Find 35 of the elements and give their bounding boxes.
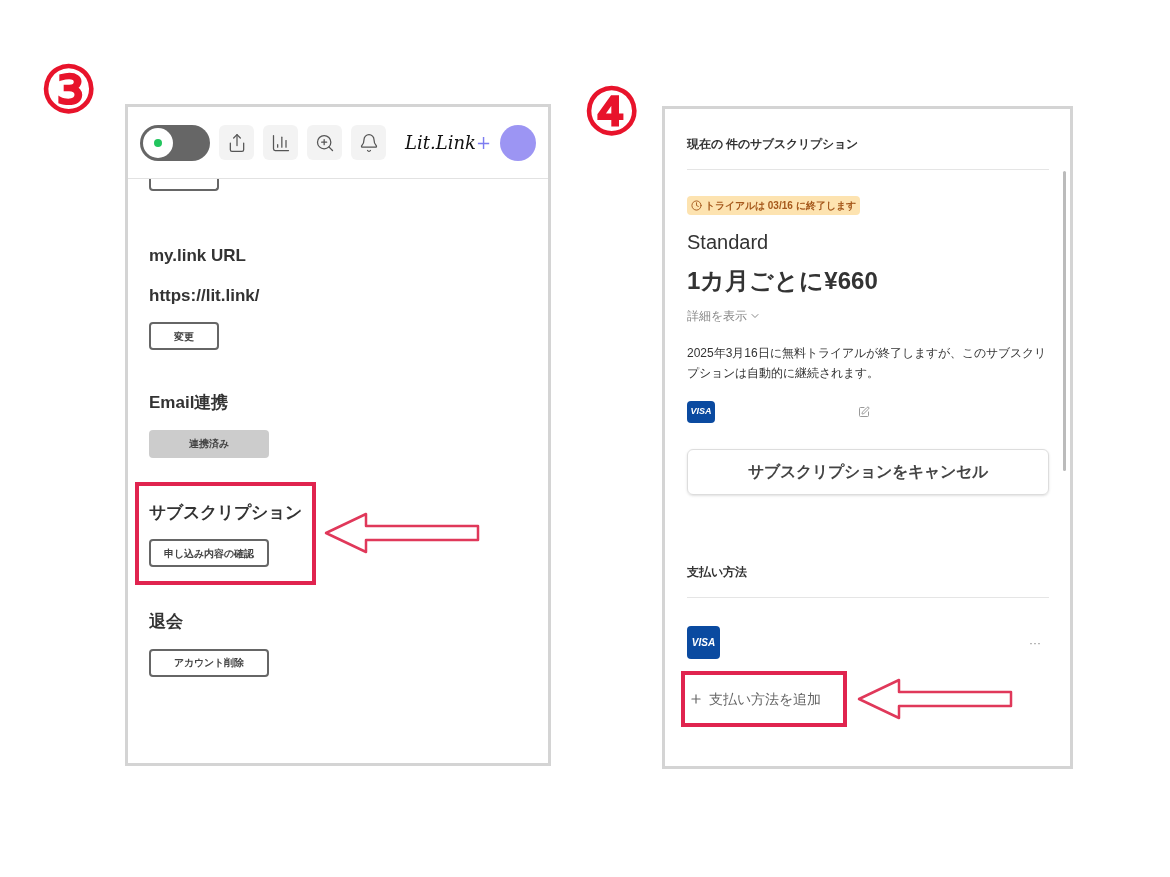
zoom-in-icon[interactable] [307, 125, 342, 160]
avatar[interactable] [500, 124, 536, 161]
url-text: https://lit.link/ [149, 284, 260, 307]
details-link[interactable]: 詳細を表示 [687, 307, 761, 325]
toggle-switch[interactable] [140, 124, 210, 161]
plus-icon [689, 692, 703, 706]
step-number: ④ [583, 80, 640, 144]
edit-icon[interactable] [858, 406, 870, 418]
cut-off-button[interactable] [149, 179, 219, 191]
section-title: my.link URL [149, 245, 246, 267]
section-button[interactable]: 連携済み [149, 429, 269, 458]
section-button[interactable]: 変更 [149, 322, 219, 350]
subscriptions-heading: 現在の 件のサブスクリプション [687, 136, 860, 153]
step-number: ③ [40, 58, 97, 128]
trial-notice: 2025年3月16日に無料トライアルが終了しますが、このサブスクリプションは自動的に継続されます。 [687, 345, 1047, 382]
clock-icon [691, 200, 702, 211]
plan-name: Standard [687, 230, 770, 255]
visa-card-icon: VISA [687, 401, 715, 423]
section-button[interactable]: アカウント削除 [149, 648, 269, 677]
bar-chart-icon[interactable] [263, 125, 298, 160]
section-button[interactable]: 申し込み内容の確認 [149, 539, 269, 567]
visa-card-icon: VISA [687, 626, 720, 659]
share-icon[interactable] [219, 125, 254, 160]
more-options-button[interactable]: ··· [1029, 633, 1041, 652]
payment-heading: 支払い方法 [687, 564, 748, 581]
add-payment-method-link[interactable]: 支払い方法を追加 [689, 688, 821, 710]
bell-icon[interactable] [351, 125, 386, 160]
section-title: サブスクリプション [149, 501, 302, 524]
section-title: Email連携 [149, 392, 229, 414]
price: 1カ月ごとに¥660 [687, 266, 879, 296]
logo: Lit.Link+ [405, 131, 491, 155]
scrollbar[interactable] [1063, 171, 1066, 471]
trial-badge: トライアルは 03/16 に終了します [687, 196, 860, 215]
cancel-subscription-button[interactable]: サブスクリプションをキャンセル [687, 449, 1049, 495]
section-title: 退会 [149, 611, 183, 633]
